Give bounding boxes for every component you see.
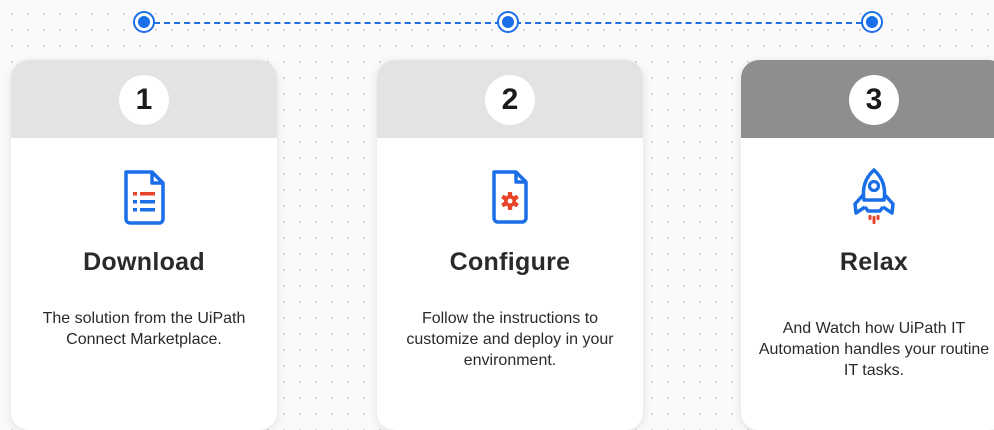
step-description: And Watch how UiPath IT Automation handl… [758,320,990,379]
step-description: Follow the instructions to customize and… [406,310,614,369]
document-gear-icon [480,166,540,226]
card-header: 3 [741,60,994,138]
timeline-dot-1 [135,13,153,31]
document-list-icon [114,166,174,226]
step-description: The solution from the UiPath Connect Mar… [42,310,246,348]
step-card-relax: 3 Relax And Watch how UiPath IT Automati… [741,60,994,430]
timeline-dot-3 [863,13,881,31]
step-title: Relax [839,248,909,276]
step-number: 1 [119,75,169,125]
timeline-dot-2 [499,13,517,31]
step-number: 3 [849,75,899,125]
step-title: Configure [449,248,571,276]
step-title: Download [83,248,205,276]
step-card-configure: 2 Configure Follow the instructions to c… [377,60,643,430]
step-number: 2 [485,75,535,125]
step-card-download: 1 Download The solution from the UiPath … [11,60,277,430]
card-header: 1 [11,60,277,138]
card-header: 2 [377,60,643,138]
rocket-icon [844,166,904,226]
step-timeline [0,0,994,48]
